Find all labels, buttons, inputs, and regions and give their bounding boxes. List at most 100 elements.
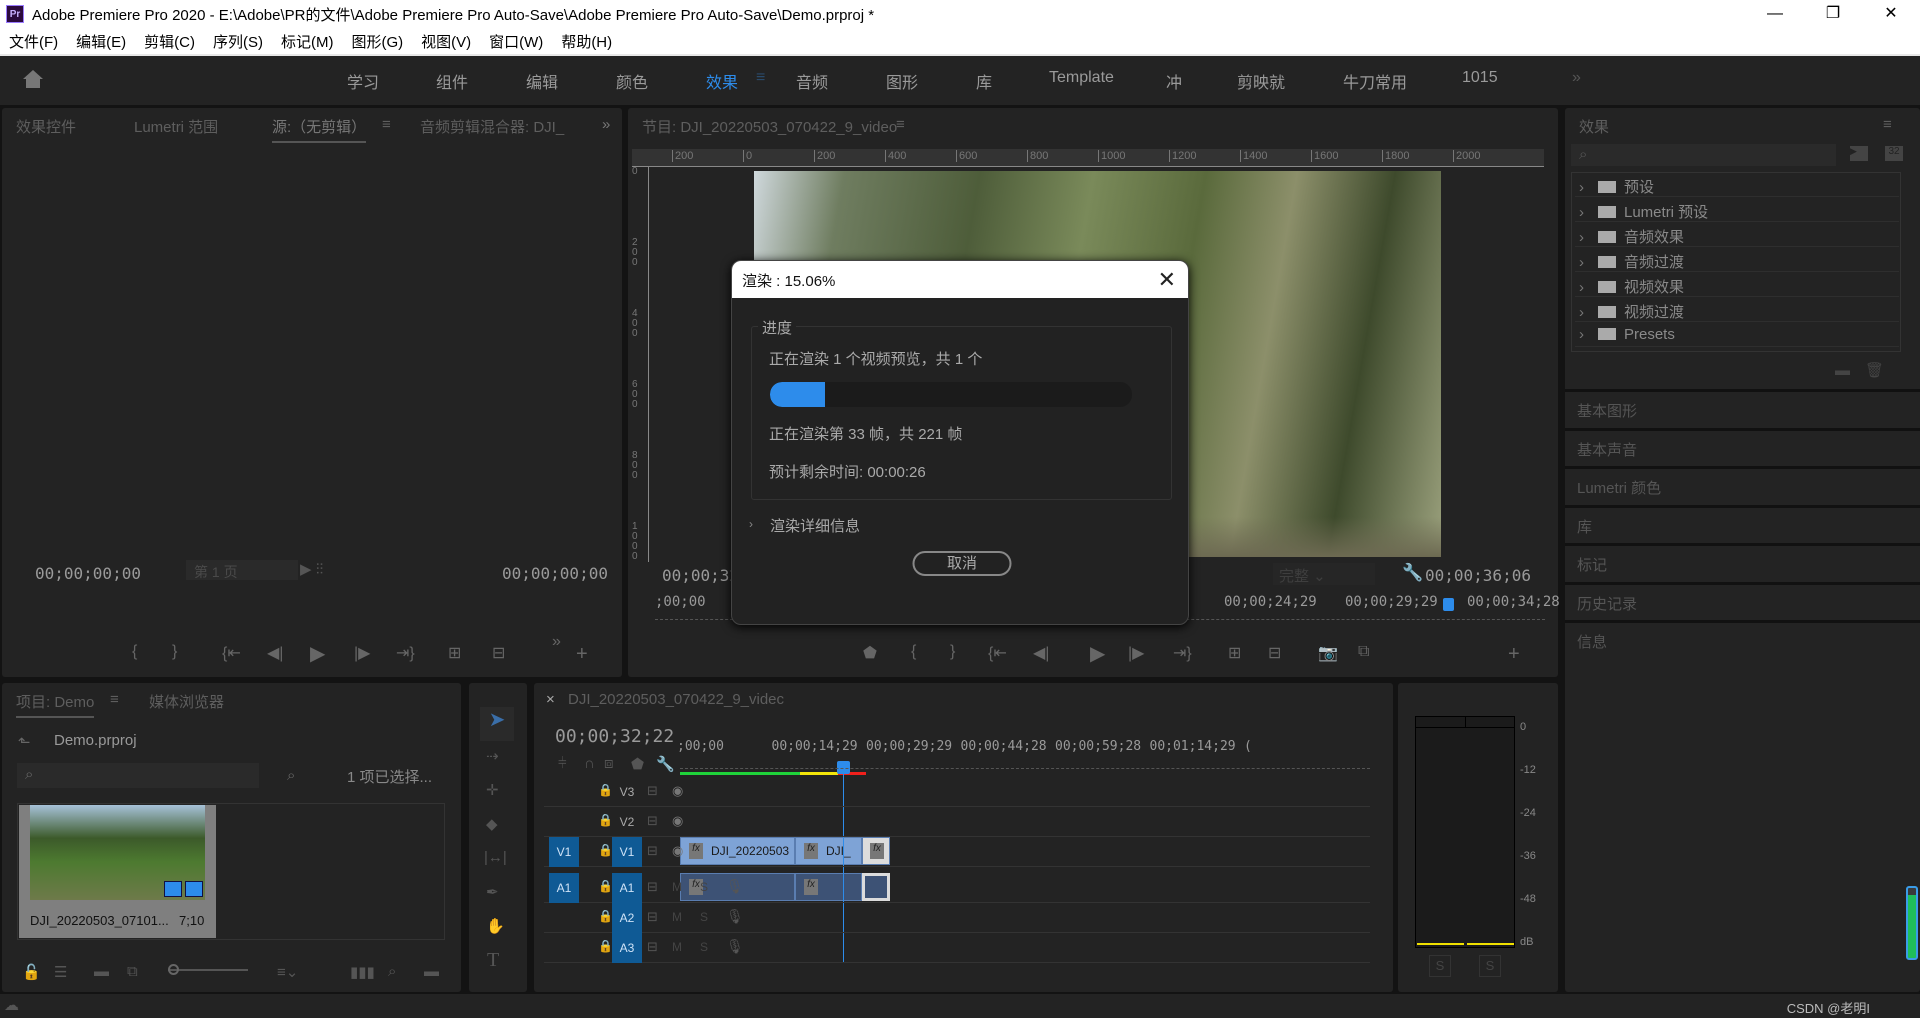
menu-graphics[interactable]: 图形(G): [351, 31, 403, 52]
menu-view[interactable]: 视图(V): [421, 31, 471, 52]
tab-media-browser[interactable]: 媒体浏览器: [149, 691, 224, 712]
effects-search-input[interactable]: ⌕: [1571, 144, 1836, 166]
go-to-in-icon[interactable]: {⇤: [222, 643, 241, 663]
effects-folder-item[interactable]: › 音频过渡: [1575, 248, 1899, 272]
fit-dropdown[interactable]: 完整 ⌄: [1273, 563, 1375, 585]
effects-folder-item[interactable]: › 视频效果: [1575, 273, 1899, 297]
close-window-button[interactable]: ✕: [1862, 0, 1920, 28]
wrench-icon[interactable]: 🔧: [1402, 563, 1423, 583]
controls-overflow-icon[interactable]: »: [552, 633, 561, 651]
tab-effect-controls[interactable]: 效果控件: [16, 116, 76, 137]
step-back-icon[interactable]: ◀|: [267, 643, 283, 663]
tab-lumetri-scopes[interactable]: Lumetri 范围: [134, 116, 218, 137]
chevron-right-icon[interactable]: ›: [749, 517, 753, 531]
timeline-ruler[interactable]: [680, 759, 1370, 769]
workspace-tab-assembly[interactable]: 组件: [436, 69, 468, 93]
track-lock-icon[interactable]: 🔒: [598, 939, 613, 953]
step-forward-icon[interactable]: |▶: [354, 643, 370, 663]
step-back-icon[interactable]: ◀|: [1033, 643, 1049, 663]
new-bin-icon[interactable]: ▬: [1835, 362, 1850, 379]
creative-cloud-icon[interactable]: ☁: [4, 996, 19, 1014]
go-to-out-icon[interactable]: ⇥}: [396, 643, 415, 663]
minimize-button[interactable]: —: [1746, 0, 1804, 28]
clip-thumbnail-card[interactable]: DJI_20220503_07101... 7;10: [19, 805, 216, 938]
program-timecode-current[interactable]: 00;00;32: [662, 566, 739, 585]
timeline-settings-wrench-icon[interactable]: 🔧: [656, 755, 675, 773]
playhead-marker[interactable]: [1443, 598, 1454, 611]
workspace-tab-learn[interactable]: 学习: [347, 69, 379, 93]
workspace-tab-editing[interactable]: 编辑: [526, 69, 558, 93]
find-icon[interactable]: ⌕: [287, 767, 295, 784]
track-lock-icon[interactable]: 🔒: [598, 813, 613, 827]
collapsed-panel-header[interactable]: 基本图形: [1565, 389, 1920, 425]
track-lane-a1[interactable]: [680, 873, 1370, 903]
menu-edit[interactable]: 编辑(E): [76, 31, 126, 52]
workspace-tab-1015[interactable]: 1015: [1462, 69, 1498, 87]
bin-up-icon[interactable]: ⬑: [18, 733, 31, 751]
mark-out-icon[interactable]: }: [172, 643, 177, 661]
list-view-icon[interactable]: ☰: [54, 963, 67, 981]
workspace-tab-chong[interactable]: 冲: [1166, 69, 1182, 93]
pen-tool-icon[interactable]: ✒: [486, 883, 499, 901]
extract-icon[interactable]: ⊟: [1268, 643, 1281, 663]
icon-view-icon[interactable]: ▬: [94, 963, 109, 980]
render-details-toggle[interactable]: 渲染详细信息: [770, 515, 860, 536]
workspace-tab-audio[interactable]: 音频: [796, 69, 828, 93]
track-target-a1[interactable]: A1: [612, 873, 642, 903]
menu-markers[interactable]: 标记(M): [281, 31, 334, 52]
effects-folder-item[interactable]: › Presets: [1575, 323, 1899, 347]
nest-icon[interactable]: ⫩: [558, 755, 567, 772]
track-lane-v3[interactable]: [680, 777, 1370, 807]
effects-folder-item[interactable]: › 视频过渡: [1575, 298, 1899, 322]
track-target-v2[interactable]: V2: [612, 807, 642, 837]
effects-folder-item[interactable]: › 预设: [1575, 173, 1899, 197]
slip-tool-icon[interactable]: |↔|: [484, 849, 507, 866]
tab-project[interactable]: 项目: Demo: [16, 691, 95, 718]
workspace-tab-template[interactable]: Template: [1049, 69, 1114, 87]
type-tool-icon[interactable]: T: [487, 949, 499, 972]
snap-icon[interactable]: ∩: [584, 755, 595, 772]
panel-overflow-icon[interactable]: »: [602, 116, 610, 133]
add-button-icon[interactable]: +: [1508, 643, 1520, 666]
panel-menu-icon[interactable]: ≡: [1883, 116, 1892, 133]
overwrite-icon[interactable]: ⊟: [492, 643, 505, 663]
collapsed-panel-header[interactable]: 基本声音: [1565, 427, 1920, 464]
page-select[interactable]: 第 1 页: [186, 560, 298, 580]
film-audio-toggle-icon[interactable]: ▶ ⫶⫶: [300, 560, 323, 578]
workspace-tab-graphics[interactable]: 图形: [886, 69, 918, 93]
collapsed-panel-header[interactable]: 历史记录: [1565, 581, 1920, 618]
comparison-view-icon[interactable]: ⧉: [1358, 643, 1369, 661]
workspace-overflow-icon[interactable]: »: [1572, 69, 1581, 87]
solo-right-button[interactable]: S: [1479, 955, 1501, 977]
restore-button[interactable]: ❐: [1804, 0, 1862, 28]
tab-audio-clip-mixer[interactable]: 音频剪辑混合器: DJI_: [420, 116, 570, 137]
sequence-tab[interactable]: DJI_20220503_070422_9_videc: [568, 691, 784, 708]
source-patch-a1[interactable]: A1: [549, 873, 579, 903]
workspace-tab-libraries[interactable]: 库: [976, 69, 992, 93]
hand-tool-icon[interactable]: ✋: [486, 917, 505, 935]
track-target-a3[interactable]: A3: [612, 933, 642, 963]
mark-in-icon[interactable]: {: [132, 643, 137, 661]
track-lane-v1[interactable]: [680, 837, 1370, 867]
selection-tool-icon[interactable]: ➤: [480, 707, 514, 741]
track-lane-a3[interactable]: [680, 933, 1370, 963]
collapsed-panel-header[interactable]: 标记: [1565, 543, 1920, 579]
scrollbar-handle[interactable]: [1906, 886, 1918, 960]
workspace-tab-jianying[interactable]: 剪映就: [1237, 69, 1285, 93]
track-target-v1[interactable]: V1: [612, 837, 642, 867]
menu-clip[interactable]: 剪辑(C): [144, 31, 195, 52]
sync-lock-icon[interactable]: ⊟: [647, 939, 658, 955]
step-forward-icon[interactable]: |▶: [1128, 643, 1144, 663]
cancel-button[interactable]: 取消: [912, 551, 1012, 576]
dialog-close-button[interactable]: ✕: [1158, 267, 1176, 293]
project-search-input[interactable]: ⌕: [17, 763, 259, 788]
sync-lock-icon[interactable]: ⊟: [647, 843, 658, 859]
menu-file[interactable]: 文件(F): [9, 31, 58, 52]
timeline-timecode[interactable]: 00;00;32;22: [555, 726, 674, 747]
collapsed-panel-header[interactable]: Lumetri 颜色: [1565, 466, 1920, 502]
track-lock-icon[interactable]: 🔒: [598, 783, 613, 797]
linked-selection-icon[interactable]: ⧈: [604, 755, 614, 772]
workspace-tab-niudao[interactable]: 牛刀常用: [1343, 69, 1407, 93]
razor-tool-icon[interactable]: ◆: [486, 815, 498, 833]
solo-left-button[interactable]: S: [1429, 955, 1451, 977]
